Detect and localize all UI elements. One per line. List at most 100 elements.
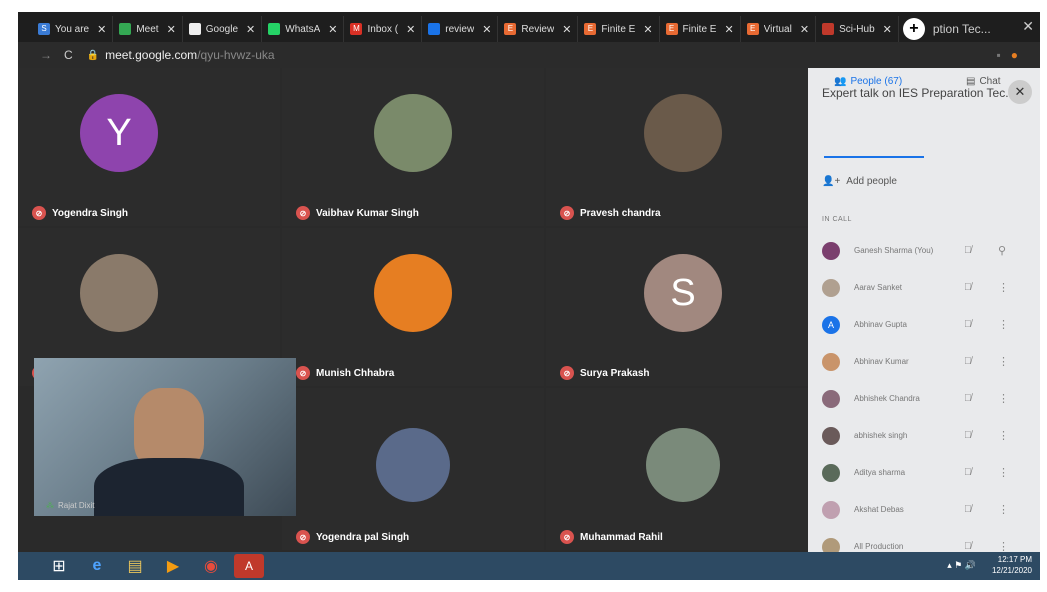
browser-tab[interactable]: Google ✕ xyxy=(183,16,263,42)
ie-icon[interactable]: e xyxy=(82,554,112,578)
browser-tab[interactable]: E Virtual ✕ xyxy=(741,16,817,42)
participant-list-item[interactable]: A Abhinav Gupta 🎙̸ ⋮ xyxy=(808,306,1040,343)
participant-tile[interactable]: S ⊘ Surya Prakash xyxy=(546,228,808,386)
address-bar[interactable]: → C 🔒 meet.google.com/qyu-hvwz-uka ▪ ● xyxy=(18,42,1040,68)
tab-title: Virtual xyxy=(763,23,792,35)
muted-mic-icon[interactable]: 🎙̸ xyxy=(964,467,972,478)
tab-close-icon[interactable]: ✕ xyxy=(167,23,176,36)
more-options-icon[interactable]: ⋮ xyxy=(998,466,1009,479)
tab-close-icon[interactable]: ✕ xyxy=(482,23,491,36)
participant-list-item[interactable]: Aarav Sanket 🎙̸ ⋮ xyxy=(808,269,1040,306)
audio-indicator-icon: ⁂ xyxy=(46,501,54,510)
tab-close-icon[interactable]: ✕ xyxy=(724,23,733,36)
tab-close-icon[interactable]: ✕ xyxy=(800,23,809,36)
profile-icon[interactable]: ● xyxy=(1011,48,1018,62)
tab-close-icon[interactable]: ✕ xyxy=(246,23,255,36)
muted-mic-icon[interactable]: 🎙̸ xyxy=(964,245,972,256)
participant-list-item[interactable]: Abhishek Chandra 🎙̸ ⋮ xyxy=(808,380,1040,417)
tab-favicon-icon xyxy=(119,23,132,35)
close-panel-button[interactable]: ✕ xyxy=(1008,80,1032,104)
tab-close-icon[interactable]: ✕ xyxy=(883,23,892,36)
muted-mic-icon[interactable]: 🎙̸ xyxy=(964,430,972,441)
pin-icon[interactable]: ⚲ xyxy=(998,244,1006,257)
participant-tile[interactable]: ⊘ Munish Chhabra xyxy=(282,228,544,386)
forward-icon[interactable]: → xyxy=(40,48,52,62)
muted-mic-icon[interactable]: 🎙̸ xyxy=(964,541,972,552)
system-tray-icons[interactable]: ▴ ⚑ 🔊 xyxy=(947,560,976,571)
participant-list-avatar: A xyxy=(822,315,840,334)
participant-avatar xyxy=(644,94,722,172)
tab-close-icon[interactable]: ✕ xyxy=(328,23,337,36)
tab-chat[interactable]: ▤ Chat xyxy=(966,76,1001,87)
tab-people[interactable]: 👥 People (67) xyxy=(834,76,902,87)
participant-list-item[interactable]: Ganesh Sharma (You) 🎙̸ ⚲ xyxy=(808,232,1040,269)
browser-tab[interactable]: E Finite E ✕ xyxy=(578,16,660,42)
in-call-heading: IN CALL xyxy=(822,216,852,223)
muted-mic-icon[interactable]: 🎙̸ xyxy=(964,356,972,367)
tab-close-icon[interactable]: ✕ xyxy=(562,23,571,36)
muted-mic-icon: ⊘ xyxy=(296,366,310,380)
more-options-icon[interactable]: ⋮ xyxy=(998,503,1009,516)
more-options-icon[interactable]: ⋮ xyxy=(998,281,1009,294)
add-people-button[interactable]: 👤+ Add people xyxy=(822,176,897,187)
participant-avatar xyxy=(374,254,452,332)
participant-tile[interactable]: ⊘ Yogendra pal Singh xyxy=(282,388,544,550)
new-tab-button[interactable]: + xyxy=(902,18,925,40)
muted-mic-icon[interactable]: 🎙̸ xyxy=(964,319,972,330)
participant-list-avatar xyxy=(822,278,840,297)
browser-tab[interactable]: Meet ✕ xyxy=(113,16,183,42)
participant-tile[interactable]: ⊘ Vaibhav Kumar Singh xyxy=(282,68,544,226)
more-options-icon[interactable]: ⋮ xyxy=(998,429,1009,442)
browser-tab[interactable]: WhatsA ✕ xyxy=(262,16,345,42)
participant-list-item[interactable]: Abhinav Kumar 🎙̸ ⋮ xyxy=(808,343,1040,380)
extension-icon[interactable]: ▪ xyxy=(996,48,1000,62)
tab-favicon-icon: E xyxy=(504,23,517,35)
participant-name-label: ⊘ Vaibhav Kumar Singh xyxy=(296,206,419,220)
participant-tile[interactable]: Y ⊘ Yogendra Singh xyxy=(18,68,280,226)
reload-icon[interactable]: C xyxy=(64,48,73,62)
file-explorer-icon[interactable]: ▤ xyxy=(120,554,150,578)
muted-mic-icon[interactable]: 🎙̸ xyxy=(964,504,972,515)
active-tab-title[interactable]: ption Tec... xyxy=(933,16,991,42)
tab-close-icon[interactable]: ✕ xyxy=(643,23,652,36)
browser-tab[interactable]: S You are ✕ xyxy=(32,16,114,42)
window-close-icon[interactable]: ✕ xyxy=(1022,18,1034,35)
more-options-icon[interactable]: ⋮ xyxy=(998,318,1009,331)
participant-name: Pravesh chandra xyxy=(580,207,661,219)
browser-tab[interactable]: M Inbox (✕ xyxy=(344,16,423,42)
browser-tab[interactable]: Sci-Hub ✕ xyxy=(816,16,899,42)
participant-list-avatar xyxy=(822,389,840,408)
tab-close-icon[interactable]: ✕ xyxy=(97,23,106,36)
muted-mic-icon: ⊘ xyxy=(560,530,574,544)
participant-list-avatar xyxy=(822,426,840,445)
more-options-icon[interactable]: ⋮ xyxy=(998,392,1009,405)
muted-mic-icon[interactable]: 🎙̸ xyxy=(964,393,972,404)
tab-close-icon[interactable]: ✕ xyxy=(406,23,415,36)
participant-list-avatar xyxy=(822,352,840,371)
participant-list-item[interactable]: abhishek singh 🎙̸ ⋮ xyxy=(808,417,1040,454)
browser-tab[interactable]: E Finite E ✕ xyxy=(660,16,741,42)
url-host[interactable]: meet.google.com xyxy=(105,48,197,62)
participant-name: Yogendra pal Singh xyxy=(316,531,410,543)
browser-tab[interactable]: E Review ✕ xyxy=(498,16,579,42)
tab-favicon-icon: E xyxy=(665,23,678,35)
participant-list-item[interactable]: Aditya sharma 🎙̸ ⋮ xyxy=(808,454,1040,491)
muted-mic-icon[interactable]: 🎙̸ xyxy=(964,282,972,293)
more-options-icon[interactable]: ⋮ xyxy=(998,355,1009,368)
participant-tile[interactable]: ⊘ Pravesh chandra xyxy=(546,68,808,226)
participant-list-name: abhishek singh xyxy=(854,431,908,440)
chrome-icon[interactable]: ◉ xyxy=(196,554,226,578)
url-path[interactable]: /qyu-hvwz-uka xyxy=(197,48,274,62)
participant-tile[interactable]: ⊘ Muhammad Rahil xyxy=(546,388,808,550)
start-button[interactable]: ⊞ xyxy=(44,554,74,578)
acrobat-icon[interactable]: A xyxy=(234,554,264,578)
clock[interactable]: 12:17 PM 12/21/2020 xyxy=(992,554,1032,576)
media-player-icon[interactable]: ▶ xyxy=(158,554,188,578)
participant-name-label: ⊘ Yogendra pal Singh xyxy=(296,530,409,544)
participant-list-item[interactable]: Akshat Debas 🎙̸ ⋮ xyxy=(808,491,1040,528)
meeting-title: Expert talk on IES Preparation Tec... xyxy=(822,86,1012,100)
browser-tab[interactable]: review ✕ xyxy=(422,16,499,42)
muted-mic-icon: ⊘ xyxy=(296,530,310,544)
tab-title: Finite E xyxy=(682,23,717,35)
person-face xyxy=(134,388,204,468)
